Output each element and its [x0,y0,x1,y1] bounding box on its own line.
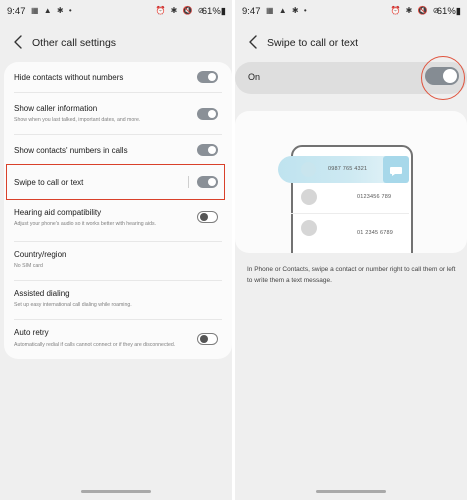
hearing-aid-toggle[interactable] [197,211,218,223]
setting-subtitle: Show when you last talked, important dat… [14,117,141,123]
hide-contacts-toggle[interactable] [197,71,218,83]
swipe-to-call-screen: 9:47 ▦ ▲ ✱ • ⏰ ✱ 🔇 ⊘ 61%▮ Swipe to call … [235,0,467,500]
swiped-avatar [301,162,316,177]
caller-info-toggle[interactable] [197,108,218,120]
setting-title: Hearing aid compatibility [14,208,102,217]
back-arrow-icon[interactable] [10,32,28,52]
setting-subtitle: Set up easy international call dialing w… [14,302,132,308]
header: Swipe to call or text [235,30,467,56]
setting-show-contacts-numbers[interactable]: Show contacts' numbers in calls [4,135,232,163]
status-bar: 9:47 ▦ ▲ ✱ • ⏰ ✱ 🔇 ⊘ 61%▮ [0,0,232,22]
setting-country-region[interactable]: Country/region No SIM card [4,242,232,280]
master-switch-label: On [248,72,261,82]
battery-icon: 61%▮ [201,6,226,17]
toggle-knob [199,212,208,221]
toggle-knob [208,110,216,118]
setting-title: Auto retry [14,328,49,337]
notification-icons: ▦ ▲ ✱ • [266,6,309,15]
swipe-illustration: 0987 765 4321 0123456 789 01 2345 6789 [235,111,467,253]
toggle-knob [208,73,216,81]
settings-list: Hide contacts without numbers Show calle… [4,62,232,359]
message-bubble-icon [389,164,403,176]
contact-number: 0123456 789 [357,194,392,200]
page-title: Other call settings [32,37,117,49]
back-arrow-icon[interactable] [245,32,263,52]
setting-subtitle: No SIM card [14,263,43,269]
page-title: Swipe to call or text [267,37,359,49]
highlight-annotation-circle [421,56,465,100]
setting-subtitle: Adjust your phone's audio so it works be… [14,221,156,227]
setting-assisted-dialing[interactable]: Assisted dialing Set up easy internation… [4,281,232,319]
contact-number: 0987 765 4321 [328,166,368,172]
battery-icon: 61%▮ [436,6,461,17]
divider [291,213,409,214]
notification-icons: ▦ ▲ ✱ • [31,6,74,15]
feature-description: In Phone or Contacts, swipe a contact or… [247,266,456,284]
setting-title: Country/region [14,250,67,259]
contacts-numbers-toggle[interactable] [197,144,218,156]
gesture-navigation-bar[interactable] [81,490,151,493]
setting-title: Assisted dialing [14,289,70,298]
contact-number: 01 2345 6789 [357,230,394,236]
gesture-navigation-bar[interactable] [316,490,386,493]
system-status-icons: ⏰ ✱ 🔇 ⊘ [390,6,441,15]
header: Other call settings [0,30,232,56]
setting-hearing-aid-compatibility[interactable]: Hearing aid compatibility Adjust your ph… [4,202,232,242]
toggle-knob [208,146,216,154]
highlight-annotation-box [6,164,225,200]
setting-show-caller-information[interactable]: Show caller information Show when you la… [4,93,232,135]
status-bar: 9:47 ▦ ▲ ✱ • ⏰ ✱ 🔇 ⊘ 61%▮ [235,0,467,22]
toggle-knob [199,334,208,343]
setting-title: Hide contacts without numbers [14,73,124,82]
contact-avatar [301,189,317,205]
other-call-settings-screen: 9:47 ▦ ▲ ✱ • ⏰ ✱ 🔇 ⊘ 61%▮ Other call set… [0,0,232,500]
setting-title: Show contacts' numbers in calls [14,146,128,155]
status-time: 9:47 [7,6,26,17]
setting-auto-retry[interactable]: Auto retry Automatically redial if calls… [4,320,232,358]
contact-avatar [301,220,317,236]
setting-subtitle: Automatically redial if calls cannot con… [14,342,176,348]
system-status-icons: ⏰ ✱ 🔇 ⊘ [155,6,206,15]
setting-title: Show caller information [14,104,98,113]
setting-hide-contacts-without-numbers[interactable]: Hide contacts without numbers [4,62,232,92]
auto-retry-toggle[interactable] [197,333,218,345]
status-time: 9:47 [242,6,261,17]
